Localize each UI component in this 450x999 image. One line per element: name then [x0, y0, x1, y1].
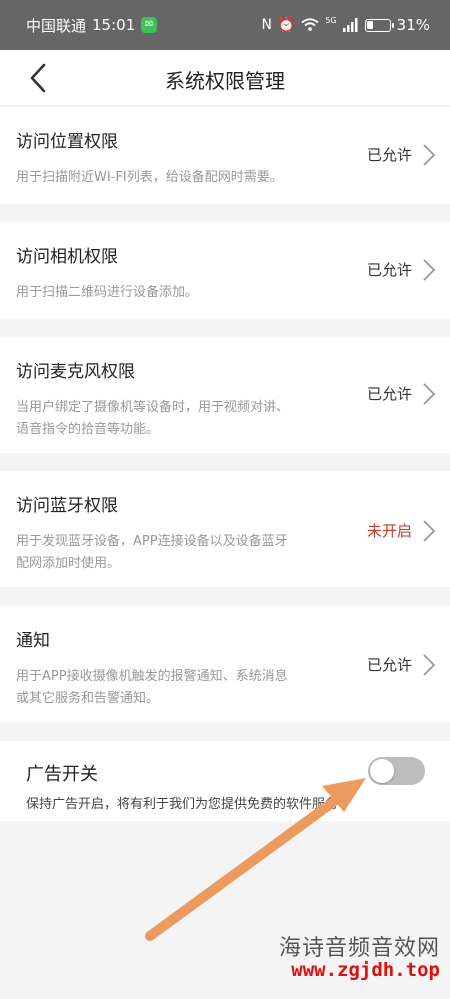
- permission-item-location[interactable]: 访问位置权限 用于扫描附近WI-FI列表，给设备配网时需要。 已允许: [0, 107, 450, 204]
- carrier-name: 中国联通: [26, 16, 87, 35]
- chevron-right-icon: [423, 144, 436, 166]
- permission-status: 已允许: [366, 261, 412, 279]
- permission-title: 访问位置权限: [16, 132, 118, 152]
- alarm-icon: ⏰: [277, 17, 296, 33]
- permission-item-camera[interactable]: 访问相机权限 用于扫描二维码进行设备添加。 已允许: [0, 222, 450, 319]
- permission-title: 通知: [16, 631, 50, 651]
- permission-desc-line: 语音指令的拾音等功能。: [16, 422, 160, 437]
- permission-desc-line: 当用户绑定了摄像机等设备时，用于视频对讲、: [16, 400, 290, 415]
- permission-status: 已允许: [366, 146, 412, 164]
- permission-item-microphone[interactable]: 访问麦克风权限 当用户绑定了摄像机等设备时，用于视频对讲、 语音指令的拾音等功能…: [0, 337, 450, 453]
- ad-switch-row: 广告开关 保持广告开启，将有利于我们为您提供免费的软件服务: [0, 741, 450, 821]
- permission-desc: 用于发现蓝牙设备，APP连接设备以及设备蓝牙 配网添加时使用。: [16, 531, 351, 575]
- chevron-right-icon: [423, 383, 436, 405]
- status-right: N ⏰ 5G 31%: [261, 15, 430, 35]
- toggle-knob: [370, 759, 394, 783]
- nfc-icon: N: [261, 17, 272, 33]
- wifi-icon: [301, 18, 319, 31]
- permission-desc-line: 用于发现蓝牙设备，APP连接设备以及设备蓝牙: [16, 534, 288, 549]
- permission-desc: 用于扫描附近WI-FI列表，给设备配网时需要。: [16, 167, 351, 189]
- permission-title: 访问麦克风权限: [16, 362, 135, 382]
- watermark-url: www.zgjdh.top: [291, 959, 440, 981]
- battery-level: [366, 20, 373, 29]
- nav-bar: 系统权限管理: [0, 50, 450, 106]
- status-bar: 中国联通 15:01 ✉ N ⏰ 5G 31%: [0, 0, 450, 50]
- signal-icon: [342, 18, 358, 32]
- chevron-right-icon: [423, 259, 436, 281]
- battery-percent: 31%: [396, 16, 430, 34]
- network-type-label: 5G: [325, 15, 337, 25]
- permission-desc-line: 配网添加时使用。: [16, 556, 121, 571]
- page-title: 系统权限管理: [165, 69, 285, 93]
- status-left: 中国联通 15:01 ✉: [26, 15, 158, 36]
- permission-status: 已允许: [366, 385, 412, 403]
- permission-item-notification[interactable]: 通知 用于APP接收摄像机触发的报警通知、系统消息 或其它服务和告警通知。 已允…: [0, 606, 450, 722]
- permission-status: 已允许: [366, 656, 412, 674]
- battery-icon: [364, 18, 394, 32]
- permission-desc-line: 用于扫描附近WI-FI列表，给设备配网时需要。: [16, 170, 283, 185]
- permission-desc-line: 或其它服务和告警通知。: [16, 691, 160, 706]
- permission-desc: 用于APP接收摄像机触发的报警通知、系统消息 或其它服务和告警通知。: [16, 666, 351, 710]
- status-time: 15:01: [92, 16, 136, 34]
- watermark-site-name: 海诗音频音效网: [278, 936, 440, 961]
- wechat-notification-icon: ✉: [141, 17, 158, 33]
- permission-desc: 当用户绑定了摄像机等设备时，用于视频对讲、 语音指令的拾音等功能。: [16, 397, 351, 441]
- ad-switch-desc: 保持广告开启，将有利于我们为您提供免费的软件服务: [26, 797, 339, 812]
- permission-title: 访问蓝牙权限: [16, 496, 118, 516]
- ad-switch-title: 广告开关: [26, 764, 98, 785]
- permission-status: 未开启: [366, 522, 412, 540]
- permission-item-bluetooth[interactable]: 访问蓝牙权限 用于发现蓝牙设备，APP连接设备以及设备蓝牙 配网添加时使用。 未…: [0, 471, 450, 587]
- chevron-right-icon: [423, 520, 436, 542]
- permission-desc-line: 用于APP接收摄像机触发的报警通知、系统消息: [16, 669, 288, 684]
- permission-title: 访问相机权限: [16, 247, 118, 267]
- permission-desc: 用于扫描二维码进行设备添加。: [16, 282, 351, 304]
- chevron-right-icon: [423, 654, 436, 676]
- ad-toggle-switch[interactable]: [368, 757, 425, 785]
- permission-desc-line: 用于扫描二维码进行设备添加。: [16, 285, 199, 300]
